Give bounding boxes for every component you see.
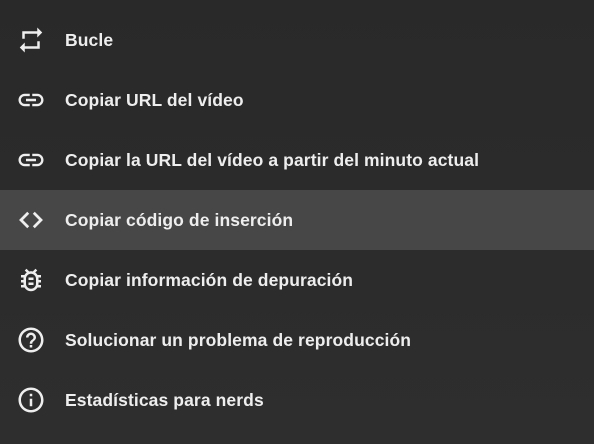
menu-item-loop[interactable]: Bucle — [0, 10, 594, 70]
bug-icon — [16, 265, 46, 295]
menu-item-copy-debug-info[interactable]: Copiar información de depuración — [0, 250, 594, 310]
link-icon — [16, 145, 46, 175]
menu-item-label: Copiar código de inserción — [65, 209, 294, 230]
menu-item-copy-url[interactable]: Copiar URL del vídeo — [0, 70, 594, 130]
menu-item-label: Estadísticas para nerds — [65, 389, 264, 410]
menu-item-label: Copiar información de depuración — [65, 269, 354, 290]
link-icon — [16, 85, 46, 115]
info-circle-icon — [16, 385, 46, 415]
menu-item-copy-url-at-time[interactable]: Copiar la URL del vídeo a partir del min… — [0, 130, 594, 190]
menu-item-copy-embed-code[interactable]: Copiar código de inserción — [0, 190, 594, 250]
menu-item-label: Solucionar un problema de reproducción — [65, 329, 412, 350]
menu-item-label: Copiar la URL del vídeo a partir del min… — [65, 149, 480, 170]
menu-item-label: Bucle — [65, 29, 114, 50]
context-menu: Bucle Copiar URL del vídeo Copiar la URL… — [0, 0, 594, 444]
menu-item-stats-for-nerds[interactable]: Estadísticas para nerds — [0, 370, 594, 430]
loop-icon — [16, 25, 46, 55]
menu-item-label: Copiar URL del vídeo — [65, 89, 244, 110]
embed-code-icon — [16, 205, 46, 235]
help-circle-icon — [16, 325, 46, 355]
menu-item-troubleshoot-playback[interactable]: Solucionar un problema de reproducción — [0, 310, 594, 370]
